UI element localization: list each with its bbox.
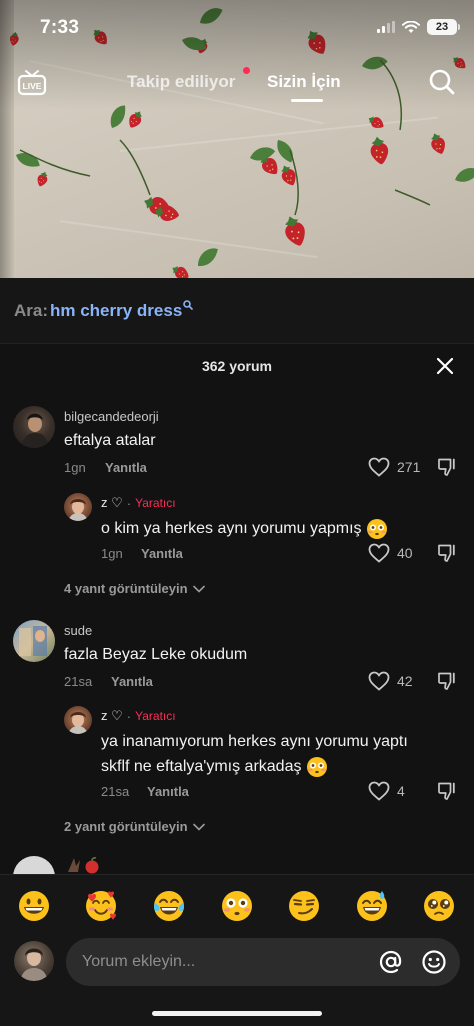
- avatar[interactable]: [13, 620, 55, 662]
- reply-username[interactable]: z ♡: [101, 708, 123, 724]
- wifi-icon: [402, 20, 420, 33]
- comment-username[interactable]: bilgecandedeorji: [64, 409, 159, 424]
- pleading-face-emoji[interactable]: [422, 889, 456, 923]
- reply-time: 21sa: [101, 784, 130, 799]
- reply-author-row: z ♡ · Yaratıcı: [101, 708, 176, 724]
- avatar-image: [19, 626, 47, 656]
- reply-button[interactable]: Yanıtla: [147, 784, 189, 799]
- separator-dot: ·: [126, 495, 132, 511]
- separator-dot: ·: [126, 708, 132, 724]
- avatar-image: [21, 413, 49, 448]
- avatar-image: [68, 712, 88, 734]
- heart-icon: [368, 671, 390, 691]
- avatar-image: [20, 948, 48, 981]
- reply-button[interactable]: Yanıtla: [141, 546, 183, 561]
- user-avatar[interactable]: [14, 941, 54, 981]
- dislike-icon[interactable]: [437, 671, 457, 691]
- search-prefix: Ara:: [14, 301, 49, 320]
- live-tv-icon[interactable]: LIVE: [17, 68, 47, 96]
- creator-badge: Yaratıcı: [135, 496, 176, 510]
- comment-time: 21sa: [64, 674, 93, 689]
- battery-level: 23: [427, 19, 457, 35]
- comment-text: eftalya atalar: [64, 432, 156, 449]
- heart-icon: [368, 781, 390, 801]
- view-replies-button[interactable]: 4 yanıt görüntüleyin: [64, 581, 205, 596]
- small-search-icon: [183, 300, 193, 310]
- creator-badge: Yaratıcı: [135, 709, 176, 723]
- comments-panel: 362 yorum bilgecandedeorji eftalya atala…: [0, 344, 474, 898]
- comment-composer: [0, 874, 474, 1026]
- mention-icon[interactable]: [378, 949, 404, 975]
- flushed-face-emoji: [367, 518, 387, 539]
- reply-text-line-2: skflf ne eftalya'ymış arkadaş: [101, 755, 328, 778]
- comments-count-title: 362 yorum: [201, 358, 273, 374]
- notification-dot: [243, 67, 250, 74]
- emoji-username-icons: [68, 857, 99, 874]
- reply-button[interactable]: Yanıtla: [111, 674, 153, 689]
- top-navigation: LIVE Takip ediliyor Sizin İçin: [0, 66, 474, 106]
- status-icons: 23: [377, 19, 460, 35]
- heart-icon: [368, 457, 390, 477]
- dislike-icon[interactable]: [437, 781, 457, 801]
- reply-author-row: z ♡ · Yaratıcı: [101, 495, 176, 511]
- like-count: 4: [397, 783, 405, 799]
- avatar-image: [68, 499, 88, 521]
- like-count: 42: [397, 673, 413, 689]
- like-count: 40: [397, 545, 413, 561]
- chevron-down-icon: [192, 823, 205, 831]
- related-search-bar[interactable]: Ara: hm cherry dress: [0, 278, 474, 344]
- emoji-bar: [0, 889, 474, 925]
- avatar[interactable]: [64, 493, 92, 521]
- close-icon[interactable]: [436, 357, 454, 375]
- flushed-face-emoji[interactable]: [220, 889, 254, 923]
- comment-text: fazla Beyaz Leke okudum: [64, 646, 248, 663]
- reply-text-content: skflf ne eftalya'ymış arkadaş: [101, 758, 302, 775]
- dislike-icon[interactable]: [437, 457, 457, 477]
- dislike-icon[interactable]: [437, 543, 457, 563]
- view-replies-label: 2 yanıt görüntüleyin: [64, 819, 188, 834]
- avatar[interactable]: [64, 706, 92, 734]
- grinning-face-with-sweat-emoji[interactable]: [355, 889, 389, 923]
- chevron-down-icon: [192, 585, 205, 593]
- reply-username[interactable]: z ♡: [101, 495, 123, 511]
- home-indicator[interactable]: [152, 1011, 322, 1016]
- video-preview[interactable]: 7:33 23 LIVE Takip ediliyor Sizin İçin: [0, 0, 474, 278]
- like-count: 271: [397, 459, 421, 475]
- reply-text-content: o kim ya herkes aynı yorumu yapmış: [101, 520, 362, 537]
- comment-input[interactable]: [82, 938, 362, 986]
- like-button[interactable]: 42: [368, 671, 413, 691]
- active-tab-indicator: [291, 99, 323, 102]
- view-replies-button[interactable]: 2 yanıt görüntüleyin: [64, 819, 205, 834]
- grinning-face-emoji[interactable]: [17, 889, 51, 923]
- heart-icon: [368, 543, 390, 563]
- tab-for-you[interactable]: Sizin İçin: [267, 72, 341, 92]
- avatar[interactable]: [13, 406, 55, 448]
- flushed-face-emoji: [306, 756, 327, 777]
- like-button[interactable]: 4: [368, 781, 405, 801]
- like-button[interactable]: 40: [368, 543, 413, 563]
- reply-text-line-1: ya inanamıyorum herkes aynı yorumu yaptı: [101, 733, 408, 750]
- reply-button[interactable]: Yanıtla: [105, 460, 147, 475]
- status-time: 7:33: [40, 17, 80, 38]
- search-icon[interactable]: [428, 68, 456, 96]
- search-query-link[interactable]: hm cherry dress: [50, 301, 182, 321]
- view-replies-label: 4 yanıt görüntüleyin: [64, 581, 188, 596]
- reply-time: 1gn: [101, 546, 123, 561]
- smiling-face-with-hearts-emoji[interactable]: [84, 889, 118, 923]
- emoji-picker-icon[interactable]: [421, 949, 447, 975]
- tears-of-joy-emoji[interactable]: [152, 889, 186, 923]
- comment-time: 1gn: [64, 460, 86, 475]
- battery-indicator: 23: [427, 19, 460, 35]
- comment-username[interactable]: sude: [64, 623, 92, 638]
- tab-following[interactable]: Takip ediliyor: [127, 72, 235, 92]
- reply-text: o kim ya herkes aynı yorumu yapmış: [101, 517, 388, 540]
- comment-input-box[interactable]: [66, 938, 460, 986]
- live-label: LIVE: [23, 81, 42, 91]
- cellular-signal-icon: [377, 21, 395, 33]
- smirking-face-emoji[interactable]: [287, 889, 321, 923]
- like-button[interactable]: 271: [368, 457, 420, 477]
